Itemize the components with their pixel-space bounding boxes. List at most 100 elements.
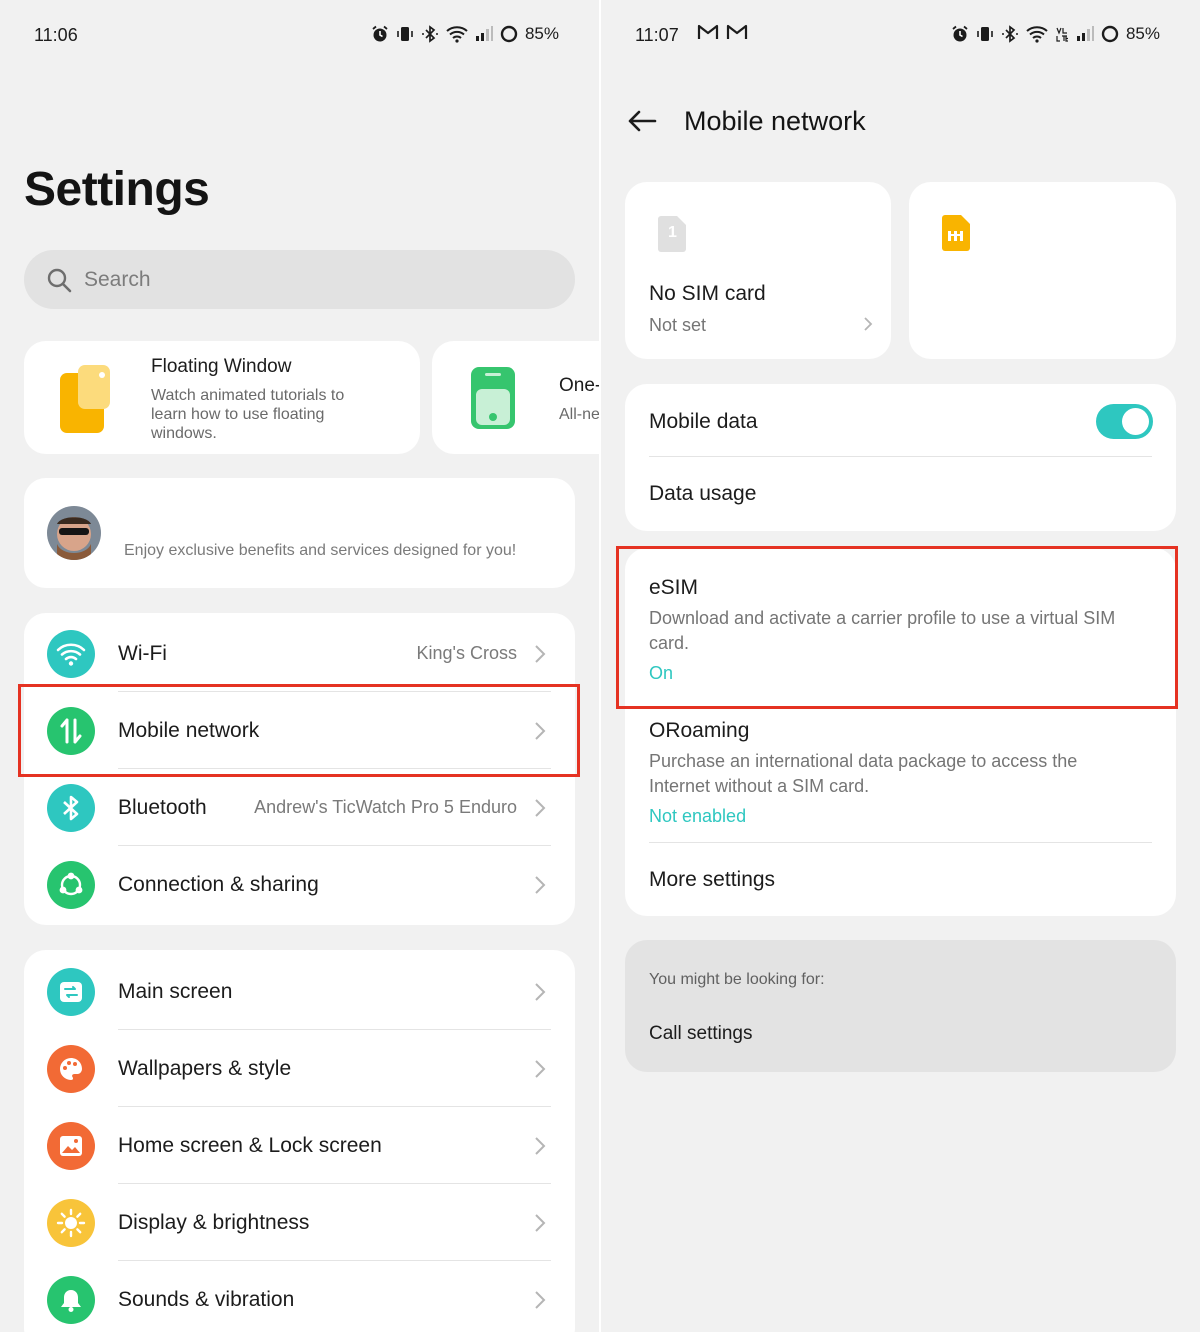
chevron-right-icon xyxy=(864,317,873,331)
oroaming-description: Purchase an international data package t… xyxy=(649,751,1078,796)
page-title: Mobile network xyxy=(684,106,866,136)
row-label: Wallpapers & style xyxy=(118,1056,292,1080)
mobile-data-label: Mobile data xyxy=(649,410,758,433)
mobile-network-screen: 11:07 85% Mobile network 1 No SIM card N… xyxy=(601,0,1200,1332)
oroaming-status: Not enabled xyxy=(649,806,747,826)
settings-row-home-lock-screen[interactable]: Home screen & Lock screen xyxy=(24,1107,575,1184)
settings-row-bluetooth[interactable]: Bluetooth Andrew's TicWatch Pro 5 Enduro xyxy=(24,769,575,846)
mobile-data-card: Mobile data Data usage xyxy=(625,384,1176,531)
data-usage-label: Data usage xyxy=(649,482,757,505)
tip-body: All-ne xyxy=(559,406,599,423)
oroaming-title: ORoaming xyxy=(649,719,750,742)
bluetooth-status-icon xyxy=(1001,25,1018,43)
chevron-right-icon xyxy=(535,1059,546,1078)
row-label: Connection & sharing xyxy=(118,872,319,896)
esim-slot-card[interactable] xyxy=(909,182,1176,359)
tip-title: Floating Window xyxy=(151,356,292,377)
alarm-icon xyxy=(952,25,968,42)
status-time: 11:06 xyxy=(34,25,78,45)
vibrate-icon xyxy=(397,27,413,41)
highlight-box-mobile-network xyxy=(18,684,580,777)
wifi-status-icon xyxy=(446,26,468,43)
page-title: Settings xyxy=(24,163,210,216)
row-label: Wi-Fi xyxy=(118,641,167,665)
main-screen-icon xyxy=(47,967,95,1016)
volte-icon xyxy=(1056,27,1068,42)
chevron-right-icon xyxy=(535,875,546,894)
tip-title: One- xyxy=(559,375,599,396)
esim-chip-icon xyxy=(942,215,970,251)
battery-level: 85% xyxy=(524,24,559,43)
settings-row-main-screen[interactable]: Main screen xyxy=(24,953,575,1030)
settings-row-wallpapers-style[interactable]: Wallpapers & style xyxy=(24,1030,575,1107)
settings-row-connection-sharing[interactable]: Connection & sharing xyxy=(24,846,575,923)
more-settings-row[interactable]: More settings xyxy=(625,843,1176,916)
signal-icon xyxy=(1076,26,1094,41)
account-card[interactable]: Enjoy exclusive benefits and services de… xyxy=(24,478,575,588)
vibrate-icon xyxy=(977,27,993,41)
signal-icon xyxy=(475,26,493,41)
alarm-icon xyxy=(372,25,388,42)
chevron-right-icon xyxy=(535,982,546,1001)
chevron-right-icon xyxy=(535,1213,546,1232)
settings-row-display-brightness[interactable]: Display & brightness xyxy=(24,1184,575,1261)
sim-title: No SIM card xyxy=(649,282,766,305)
sun-icon xyxy=(47,1198,95,1247)
data-usage-row[interactable]: Data usage xyxy=(625,457,1176,531)
one-handed-icon xyxy=(471,367,515,429)
battery-ring-icon xyxy=(500,25,518,43)
search-placeholder: Search xyxy=(84,267,151,291)
chevron-right-icon xyxy=(535,644,546,663)
chevron-right-icon xyxy=(535,1136,546,1155)
bell-icon xyxy=(47,1275,95,1324)
battery-level: 85% xyxy=(1125,24,1160,43)
gmail-notification-icon xyxy=(697,23,719,41)
palette-icon xyxy=(47,1044,95,1093)
search-bar[interactable]: Search xyxy=(24,250,575,309)
sim-status: Not set xyxy=(649,315,707,335)
oroaming-row[interactable]: ORoaming Purchase an international data … xyxy=(625,698,1176,843)
row-value: Andrew's TicWatch Pro 5 Enduro xyxy=(254,797,517,817)
settings-screen: 11:06 85% Settings Search Floating Windo… xyxy=(0,0,599,1332)
toggle-knob xyxy=(1122,408,1149,435)
tip-body: Watch animated tutorials to learn how to… xyxy=(151,387,345,442)
suggestions-heading: You might be looking for: xyxy=(649,971,825,988)
gmail-notification-icon xyxy=(726,23,748,41)
chevron-right-icon xyxy=(535,798,546,817)
status-bar: 11:06 85% xyxy=(0,22,599,48)
mobile-data-toggle[interactable] xyxy=(1096,404,1153,439)
settings-row-wifi[interactable]: Wi-Fi King's Cross xyxy=(24,615,575,692)
status-icons: 85% xyxy=(951,24,1160,44)
row-label: Sounds & vibration xyxy=(118,1287,295,1311)
chevron-right-icon xyxy=(535,1290,546,1309)
row-label: Home screen & Lock screen xyxy=(118,1133,382,1157)
battery-ring-icon xyxy=(1101,25,1119,43)
image-icon xyxy=(47,1121,95,1170)
highlight-box-esim xyxy=(616,546,1178,709)
bluetooth-icon xyxy=(47,783,95,832)
row-label: Display & brightness xyxy=(118,1210,310,1234)
mobile-data-row[interactable]: Mobile data xyxy=(625,384,1176,457)
wifi-icon xyxy=(47,629,95,678)
wifi-status-icon xyxy=(1026,26,1048,43)
search-icon xyxy=(47,268,72,292)
back-arrow-icon[interactable] xyxy=(625,104,659,138)
tip-card-one-handed[interactable]: One- All-ne xyxy=(432,341,599,454)
personalization-group: Main screen Wallpapers & style Home scre… xyxy=(24,950,575,1332)
more-settings-label: More settings xyxy=(649,868,776,891)
status-icons: 85% xyxy=(371,24,559,44)
sim-card-1[interactable]: 1 No SIM card Not set xyxy=(625,182,891,359)
avatar xyxy=(47,506,101,560)
tip-card-floating-window[interactable]: Floating Window Watch animated tutorials… xyxy=(24,341,420,454)
row-value: King's Cross xyxy=(416,643,517,663)
row-label: Main screen xyxy=(118,979,233,1003)
suggestion-call-settings[interactable]: Call settings xyxy=(649,1023,753,1045)
share-icon xyxy=(47,860,95,909)
settings-row-sounds-vibration[interactable]: Sounds & vibration xyxy=(24,1261,575,1332)
row-label: Bluetooth xyxy=(118,795,207,819)
sim-slot-number: 1 xyxy=(668,224,677,241)
suggestions-card: You might be looking for: Call settings xyxy=(625,940,1176,1072)
status-bar: 11:07 85% xyxy=(601,22,1200,48)
floating-window-icon xyxy=(60,365,110,433)
status-time: 11:07 xyxy=(635,25,679,45)
